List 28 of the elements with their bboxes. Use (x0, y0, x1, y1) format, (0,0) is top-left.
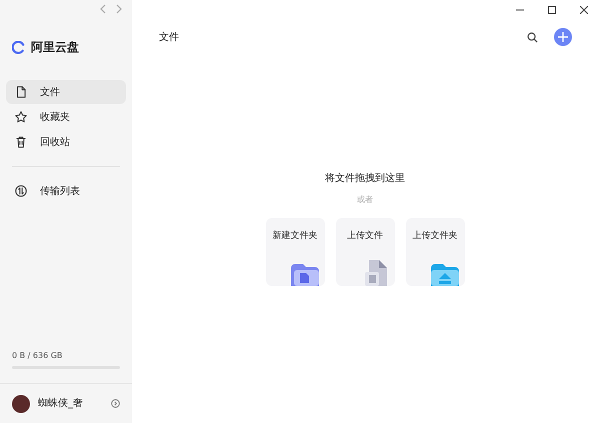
transfer-icon (14, 184, 28, 198)
action-card[interactable]: 新建文件夹 (266, 218, 324, 286)
search-icon[interactable] (527, 32, 538, 42)
sidebar-item[interactable]: 传输列表 (6, 179, 126, 203)
drop-hint: 将文件拖拽到这里 (325, 172, 405, 186)
add-button[interactable] (554, 28, 572, 46)
close-icon[interactable] (580, 6, 588, 14)
page-title: 文件 (159, 30, 180, 44)
maximize-icon[interactable] (548, 6, 556, 14)
star-icon (14, 110, 28, 124)
user-name: 蜘蛛侠_奢 (38, 396, 84, 411)
action-card[interactable]: 上传文件夹 (406, 218, 464, 286)
file-icon (14, 85, 28, 99)
sidebar-item[interactable]: 回收站 (6, 130, 126, 154)
plus-icon (558, 32, 568, 42)
or-label: 或者 (357, 194, 373, 206)
storage-usage: 0 B / 636 GB (12, 350, 64, 362)
sidebar-item[interactable]: 文件 (6, 80, 126, 104)
avatar[interactable] (12, 394, 30, 412)
folder-upload-icon (430, 264, 458, 286)
action-card[interactable]: 上传文件 (336, 218, 394, 286)
folder-icon (290, 264, 318, 286)
document-icon (364, 260, 388, 286)
logo-icon (12, 40, 25, 54)
sidebar-item[interactable]: 收藏夹 (6, 105, 126, 129)
trash-icon (14, 135, 28, 149)
app-name: 阿里云盘 (31, 39, 79, 56)
chevron-circle-icon[interactable] (111, 399, 120, 408)
